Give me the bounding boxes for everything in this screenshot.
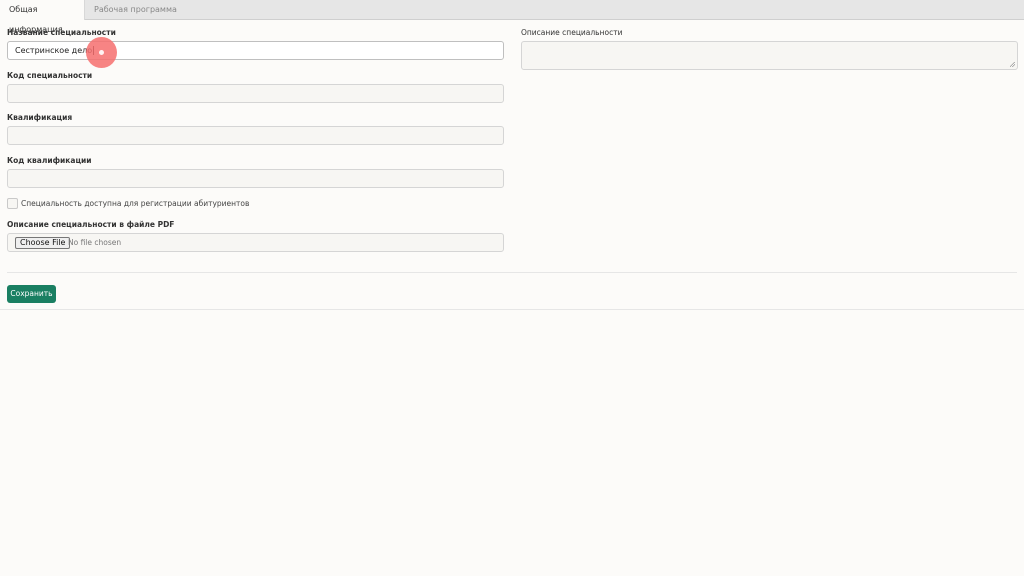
tab-work-program[interactable]: Рабочая программа xyxy=(85,0,186,20)
pdf-description-label: Описание специальности в файле PDF xyxy=(7,220,175,229)
specialty-name-value: Сестринское дело xyxy=(15,46,93,55)
available-for-registration-label: Специальность доступна для регистрации а… xyxy=(21,199,250,208)
available-for-registration-checkbox[interactable] xyxy=(7,198,18,209)
pdf-file-input[interactable]: Choose File No file chosen xyxy=(7,233,504,252)
resize-grip-icon[interactable] xyxy=(1010,62,1015,67)
cursor-dot-icon xyxy=(99,50,104,55)
qualification-label: Квалификация xyxy=(7,113,73,122)
tab-general-info[interactable]: Общая информация xyxy=(0,0,85,34)
specialty-description-textarea[interactable] xyxy=(521,41,1018,70)
form-divider xyxy=(7,272,1017,273)
file-status-text: No file chosen xyxy=(68,238,122,247)
qualification-input[interactable] xyxy=(7,126,504,145)
specialty-code-input[interactable] xyxy=(7,84,504,103)
qualification-code-label: Код квалификации xyxy=(7,156,92,165)
tab-bar: Общая информация Рабочая программа xyxy=(0,0,1024,34)
specialty-name-label: Название специальности xyxy=(7,28,116,37)
choose-file-button[interactable]: Choose File xyxy=(15,237,71,249)
specialty-description-label: Описание специальности xyxy=(521,28,623,37)
specialty-name-input[interactable]: Сестринское дело xyxy=(7,41,504,60)
qualification-code-input[interactable] xyxy=(7,169,504,188)
specialty-code-label: Код специальности xyxy=(7,71,93,80)
footer-divider xyxy=(0,309,1024,310)
save-button[interactable]: Сохранить xyxy=(7,285,56,303)
